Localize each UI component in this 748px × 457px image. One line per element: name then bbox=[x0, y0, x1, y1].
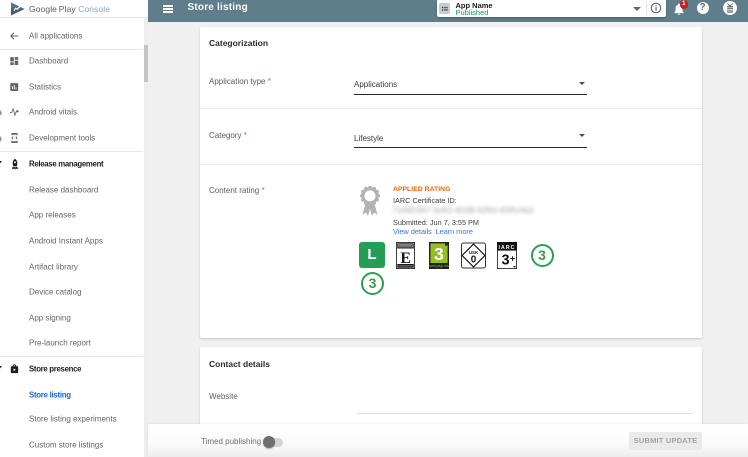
svg-text:E: E bbox=[400, 249, 411, 266]
svg-text:+: + bbox=[509, 253, 514, 263]
svg-text:www.pegi.info: www.pegi.info bbox=[429, 264, 449, 268]
svg-text:3: 3 bbox=[501, 252, 509, 268]
svg-text:IARC: IARC bbox=[498, 244, 515, 250]
svg-text:0: 0 bbox=[470, 254, 476, 265]
svg-text:3: 3 bbox=[434, 244, 444, 264]
